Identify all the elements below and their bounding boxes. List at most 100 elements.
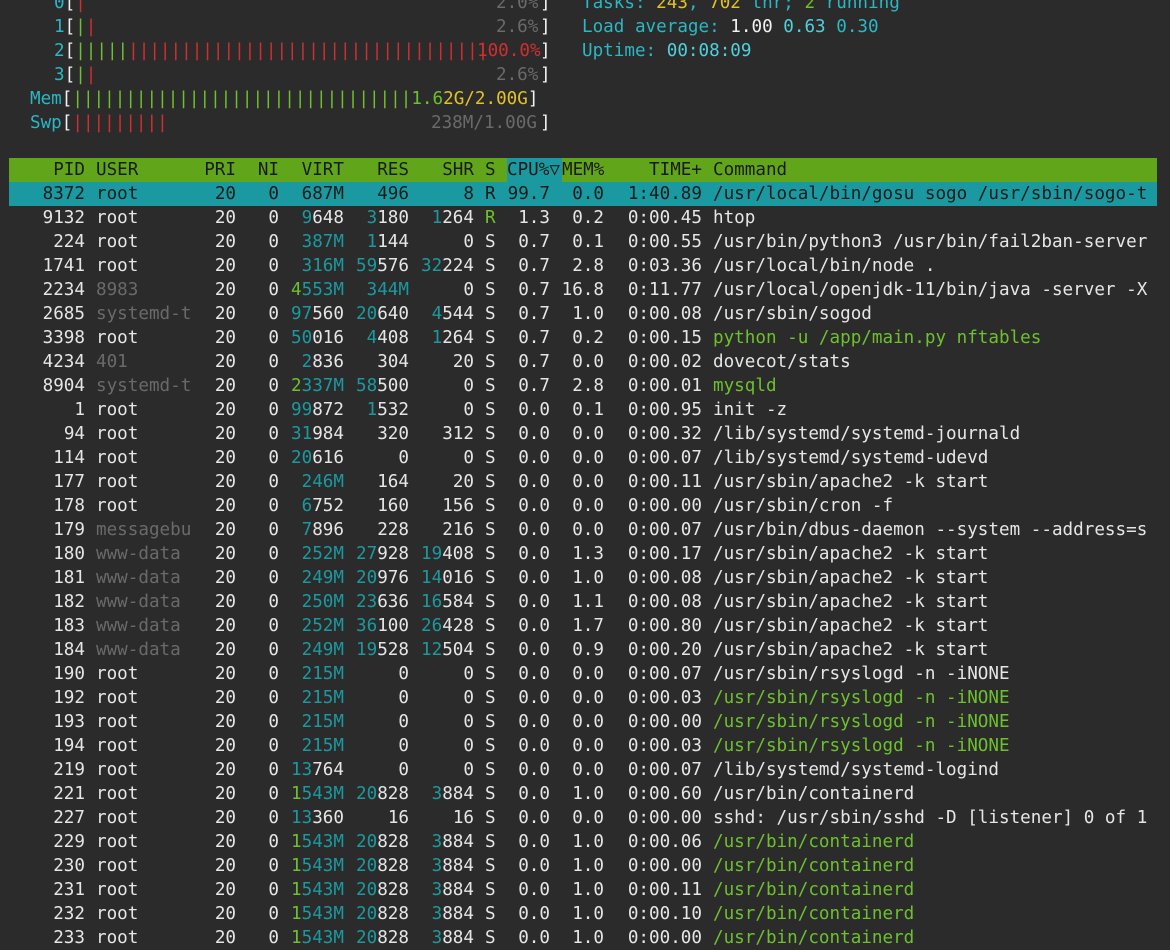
mem-meter: Mem[||||||||||||||||||||||||||||||||1.62… (30, 89, 539, 109)
cpu-label: 0 (54, 0, 65, 13)
cell-pid: 181 (53, 568, 85, 588)
cell-command: /usr/sbin/apache2 -k start (713, 544, 989, 564)
cpu-value: 2.0% (496, 0, 539, 13)
col-user[interactable]: USER (96, 158, 138, 182)
cell-time: 0:00.08 (627, 304, 702, 324)
cell-time: 0:03.36 (627, 256, 702, 276)
cell-command: /usr/bin/containerd (713, 856, 915, 876)
cell-command: /usr/bin/containerd (713, 832, 915, 852)
tasks-line: Tasks: 243, 702 thr; 2 running (582, 0, 900, 13)
cell-pid: 190 (53, 664, 85, 684)
col-mem[interactable]: MEM% (562, 158, 604, 182)
cell-time: 1:40.89 (627, 184, 702, 204)
col-time[interactable]: TIME+ (620, 158, 702, 182)
cell-time: 0:00.15 (627, 328, 702, 348)
cell-pid: 94 (63, 424, 85, 444)
cell-time: 0:00.00 (627, 496, 702, 516)
load-average: Load average: 1.00 0.63 0.30 (582, 17, 879, 37)
cell-time: 0:00.45 (627, 208, 702, 228)
col-command[interactable]: Command (713, 158, 787, 182)
cell-command: /usr/sbin/apache2 -k start (713, 592, 989, 612)
cell-command: /usr/sbin/rsyslogd -n -iNONE (713, 664, 1010, 684)
cpu-bar: | (75, 0, 86, 13)
swp-bar: ||||||||| (72, 113, 168, 133)
cpu-bar-user: | (75, 65, 86, 85)
mem-value-a: 1.6 (411, 89, 444, 109)
cell-command: python -u /app/main.py nftables (713, 328, 1042, 348)
cpu-label: 3 (54, 65, 65, 85)
col-virt[interactable]: VIRT (290, 158, 344, 182)
cell-pid: 232 (53, 904, 85, 924)
cell-time: 0:00.08 (627, 592, 702, 612)
cpu-value: 2.6% (496, 65, 539, 85)
cell-command: /usr/sbin/rsyslogd -n -iNONE (713, 688, 1010, 708)
cell-command: /usr/sbin/apache2 -k start (713, 616, 989, 636)
col-pri[interactable]: PRI (190, 158, 236, 182)
cell-command: /usr/local/bin/node . (713, 256, 936, 276)
cell-time: 0:00.60 (627, 784, 702, 804)
cell-command: /usr/sbin/cron -f (713, 496, 894, 516)
cell-command: /usr/sbin/apache2 -k start (713, 640, 989, 660)
cell-time: 0:00.07 (627, 664, 702, 684)
cell-pid: 183 (53, 616, 85, 636)
cell-command: /usr/sbin/sogod (713, 304, 872, 324)
cpu-bar-user: ||||| (75, 41, 129, 61)
cell-pid: 180 (53, 544, 85, 564)
cell-pid: 227 (53, 808, 85, 828)
cell-command: /usr/bin/containerd (713, 784, 915, 804)
cell-pid: 219 (53, 760, 85, 780)
cell-pid: 192 (53, 688, 85, 708)
cell-time: 0:00.17 (627, 544, 702, 564)
cpu-bar-user: | (75, 17, 86, 37)
cell-time: 0:00.32 (627, 424, 702, 444)
cell-time: 0:00.07 (627, 448, 702, 468)
cell-pid: 1741 (42, 256, 85, 276)
cell-pid: 184 (53, 640, 85, 660)
col-ni[interactable]: NI (250, 158, 279, 182)
cpu-label: 2 (54, 41, 65, 61)
cell-pid: 2685 (42, 304, 85, 324)
col-shr[interactable]: SHR (410, 158, 474, 182)
cpu-meter-2: 2[||||||||||||||||||||||||||||||||||||||… (54, 41, 489, 61)
mem-bar: |||||||||||||||||||||||||||||||| (72, 89, 412, 109)
sort-desc-icon: ▽ (549, 160, 560, 180)
cell-pid: 179 (53, 520, 85, 540)
cell-time: 0:00.03 (627, 688, 702, 708)
cell-pid: 9132 (42, 208, 85, 228)
cell-command: /usr/bin/containerd (713, 928, 915, 948)
cpu-bar: | (85, 65, 97, 85)
cell-pid: 1 (74, 400, 85, 420)
col-res[interactable]: RES (345, 158, 409, 182)
cell-command: init -z (713, 400, 788, 420)
cell-command: /usr/local/openjdk-11/bin/java -server -… (713, 280, 1148, 300)
cell-time: 0:00.00 (627, 856, 702, 876)
cell-time: 0:00.95 (627, 400, 702, 420)
cell-time: 0:00.07 (627, 760, 702, 780)
cell-time: 0:00.11 (627, 880, 702, 900)
col-state[interactable]: S (485, 158, 496, 182)
cell-time: 0:00.06 (627, 832, 702, 852)
cell-pid: 229 (53, 832, 85, 852)
cell-time: 0:00.01 (627, 376, 702, 396)
cell-command: /usr/bin/python3 /usr/bin/fail2ban-serve… (713, 232, 1148, 252)
cell-time: 0:00.20 (627, 640, 702, 660)
cell-command: /lib/systemd/systemd-logind (713, 760, 999, 780)
cell-time: 0:00.03 (627, 736, 702, 756)
col-cpu[interactable]: CPU%▽ (507, 158, 560, 182)
cell-pid: 8372 (42, 184, 85, 204)
cell-command: /usr/sbin/apache2 -k start (713, 472, 989, 492)
col-pid[interactable]: PID (30, 158, 85, 182)
cell-command: /usr/bin/dbus-daemon --system --address=… (713, 520, 1148, 540)
cell-time: 0:00.80 (627, 616, 702, 636)
cell-pid: 224 (53, 232, 85, 252)
cpu-meter-1: 1[|| (54, 17, 97, 37)
cpu-bar: | (85, 17, 97, 37)
cell-pid: 193 (53, 712, 85, 732)
cell-command: mysqld (713, 376, 777, 396)
cell-pid: 177 (53, 472, 85, 492)
cell-command: /lib/systemd/systemd-journald (713, 424, 1021, 444)
cell-pid: 194 (53, 736, 85, 756)
cell-pid: 8904 (42, 376, 85, 396)
cell-time: 0:00.02 (627, 352, 702, 372)
cell-pid: 231 (53, 880, 85, 900)
